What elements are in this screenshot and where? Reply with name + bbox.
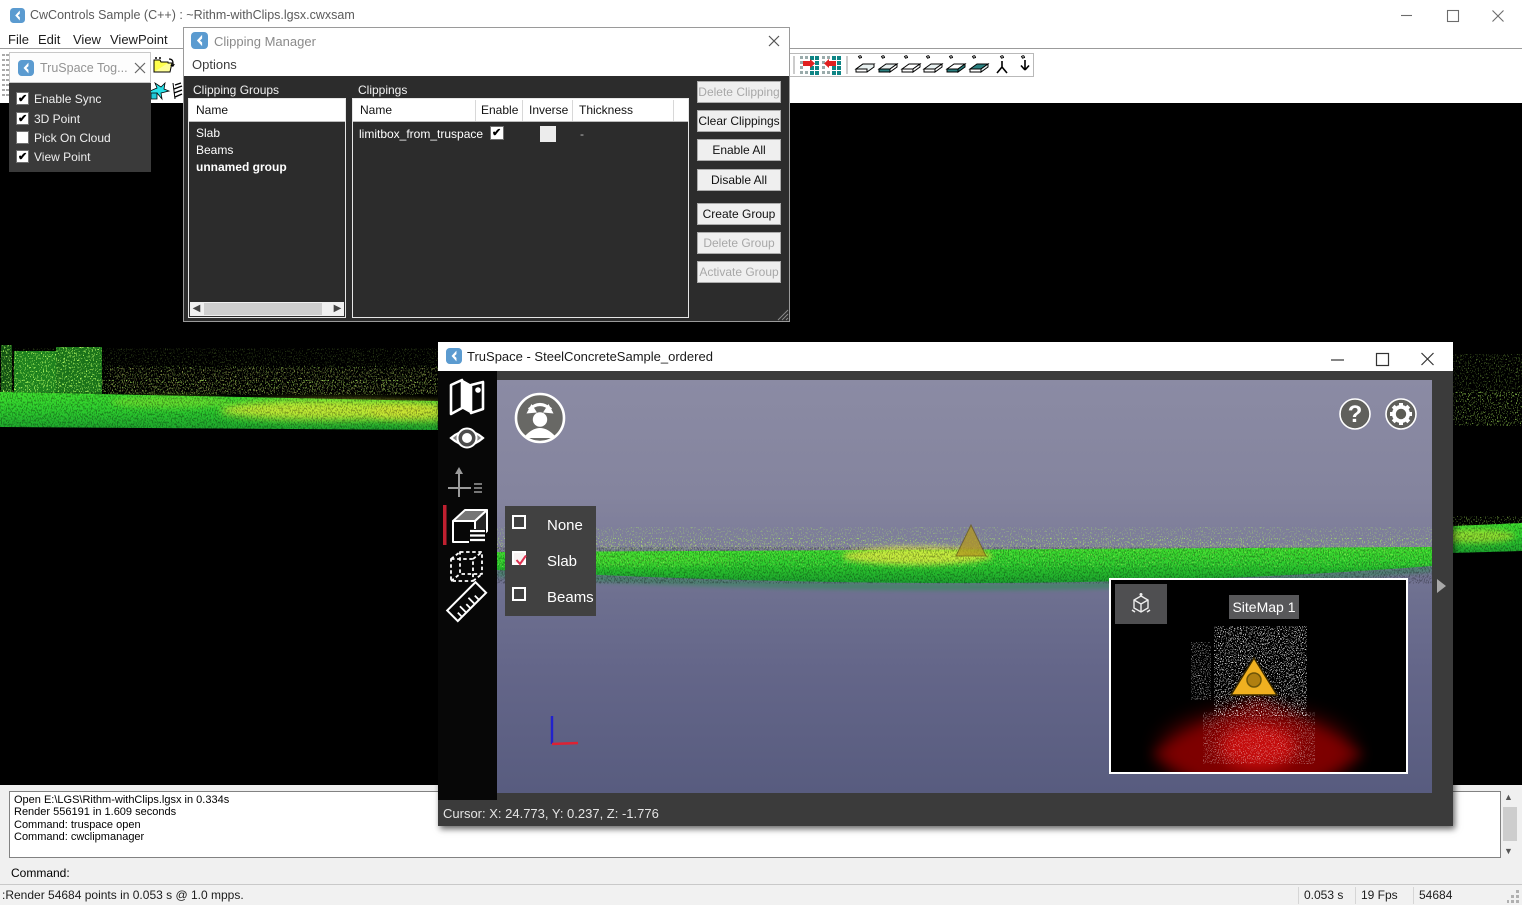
svg-text:?: ? [1348, 401, 1363, 428]
